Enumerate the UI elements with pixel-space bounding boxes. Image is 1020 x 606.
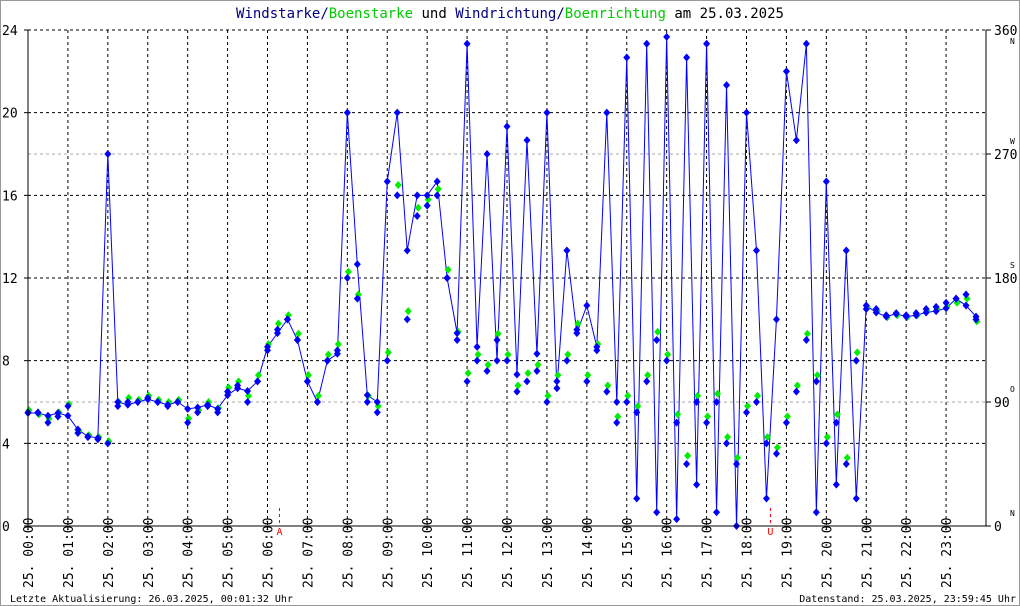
x-tick-label: 25. 11:00 bbox=[461, 518, 476, 588]
wind-chart: Windstarke/Boenstarke und Windrichtung/B… bbox=[0, 0, 1020, 606]
compass-label: S bbox=[1010, 261, 1015, 270]
title-sep: / bbox=[556, 6, 564, 22]
x-tick-label: 25. 07:00 bbox=[301, 518, 316, 588]
x-tick-label: 25. 13:00 bbox=[541, 518, 556, 588]
right-tick-label: 0 bbox=[994, 520, 1002, 535]
x-tick-label: 25. 04:00 bbox=[182, 518, 197, 588]
x-tick-label: 25. 21:00 bbox=[860, 518, 875, 588]
right-tick-label: 270 bbox=[994, 148, 1017, 163]
x-tick-label: 25. 06:00 bbox=[262, 518, 277, 588]
title-boenstarke: Boenstarke bbox=[329, 6, 413, 22]
x-tick-label: 25. 19:00 bbox=[780, 518, 795, 588]
x-tick-label: 25. 01:00 bbox=[62, 518, 77, 588]
left-tick-label: 8 bbox=[2, 355, 10, 370]
x-tick-label: 25. 17:00 bbox=[701, 518, 716, 588]
left-tick-label: 20 bbox=[2, 107, 18, 122]
chart-title: Windstarke/Boenstarke und Windrichtung/B… bbox=[236, 6, 784, 22]
title-und: und bbox=[413, 6, 455, 22]
x-tick-label: 25. 12:00 bbox=[501, 518, 516, 588]
event-marker-label: A bbox=[276, 527, 282, 538]
x-tick-label: 25. 16:00 bbox=[661, 518, 676, 588]
title-sep: / bbox=[320, 6, 328, 22]
x-tick-label: 25. 00:00 bbox=[22, 518, 37, 588]
right-tick-label: 90 bbox=[994, 396, 1010, 411]
compass-label: W bbox=[1010, 137, 1015, 146]
title-boenrichtung: Boenrichtung bbox=[565, 6, 666, 22]
compass-label: O bbox=[1010, 385, 1015, 394]
x-tick-label: 25. 09:00 bbox=[381, 518, 396, 588]
compass-label: N bbox=[1010, 509, 1015, 518]
title-windstarke: Windstarke bbox=[236, 6, 320, 22]
title-date: am 25.03.2025 bbox=[666, 6, 784, 22]
left-tick-label: 4 bbox=[2, 437, 10, 452]
x-tick-label: 25. 08:00 bbox=[341, 518, 356, 588]
left-tick-label: 24 bbox=[2, 24, 18, 39]
left-tick-label: 12 bbox=[2, 272, 18, 287]
x-tick-label: 25. 03:00 bbox=[142, 518, 157, 588]
x-tick-label: 25. 15:00 bbox=[621, 518, 636, 588]
data-state-text: Datenstand: 25.03.2025, 23:59:45 Uhr bbox=[799, 594, 1016, 605]
last-update-text: Letzte Aktualisierung: 26.03.2025, 00:01… bbox=[10, 594, 293, 605]
x-tick-label: 25. 18:00 bbox=[741, 518, 756, 588]
left-tick-label: 16 bbox=[2, 189, 18, 204]
x-tick-label: 25. 22:00 bbox=[900, 518, 915, 588]
x-tick-label: 25. 02:00 bbox=[102, 518, 117, 588]
x-tick-label: 25. 14:00 bbox=[581, 518, 596, 588]
right-tick-label: 180 bbox=[994, 272, 1017, 287]
x-tick-label: 25. 05:00 bbox=[222, 518, 237, 588]
x-tick-label: 25. 20:00 bbox=[820, 518, 835, 588]
x-tick-label: 25. 23:00 bbox=[940, 518, 955, 588]
left-tick-label: 0 bbox=[2, 520, 10, 535]
event-marker-label: U bbox=[767, 527, 773, 538]
title-windrichtung: Windrichtung bbox=[455, 6, 556, 22]
x-tick-label: 25. 10:00 bbox=[421, 518, 436, 588]
compass-label: N bbox=[1010, 37, 1015, 46]
